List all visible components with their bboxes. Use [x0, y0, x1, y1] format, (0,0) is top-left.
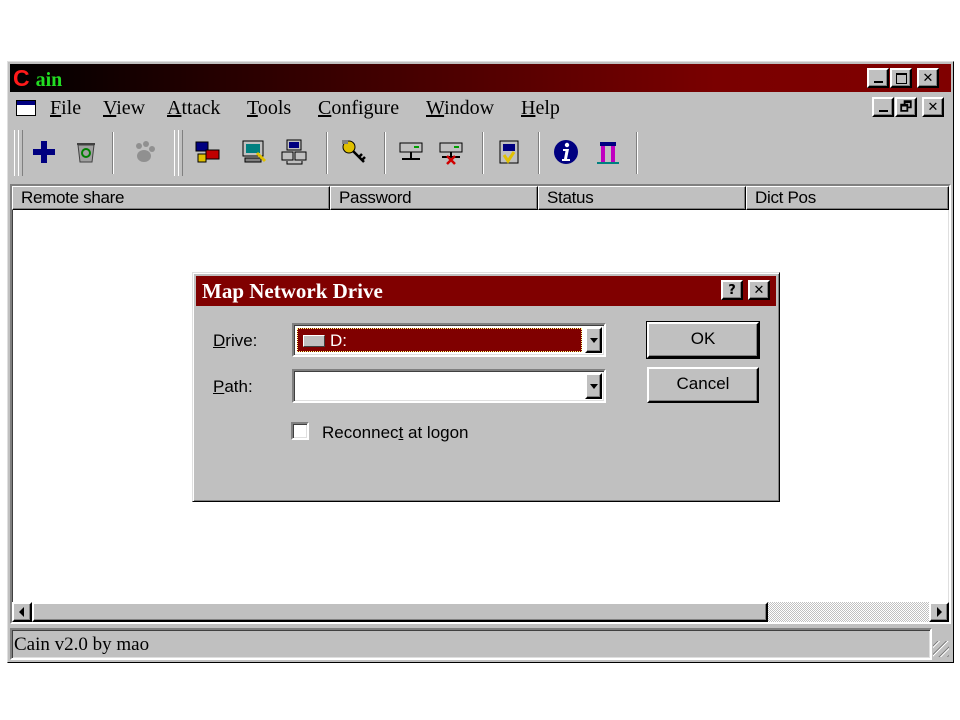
menu-bar: File View Attack Tools Configure Window …: [10, 94, 951, 122]
exit-button[interactable]: [590, 134, 626, 170]
menu-attack[interactable]: Attack: [167, 96, 220, 120]
toolbar-grip[interactable]: [18, 130, 23, 176]
mdi-restore-button[interactable]: 🗗: [895, 97, 917, 117]
disconnect-drive-icon: [439, 142, 463, 165]
close-button[interactable]: ✕: [917, 68, 939, 88]
dictionary-button[interactable]: [492, 134, 528, 170]
drive-value: D:: [330, 331, 347, 350]
dialog-title-bar[interactable]: Map Network Drive ? ✕: [196, 276, 776, 306]
reconnect-checkbox[interactable]: [291, 422, 309, 440]
reconnect-label[interactable]: Reconnect at logon: [322, 423, 469, 443]
title-bar[interactable]: Cain ✕: [10, 64, 951, 92]
dialog-close-button[interactable]: ✕: [748, 280, 770, 300]
ok-button[interactable]: OK: [646, 321, 760, 359]
exit-icon: [597, 142, 619, 164]
disconnect-drive-button[interactable]: [434, 134, 470, 170]
help-icon: ?: [728, 282, 736, 298]
mdi-window-icon[interactable]: [16, 100, 36, 116]
key-button[interactable]: [336, 134, 372, 170]
status-text: Cain v2.0 by mao: [10, 628, 932, 660]
list-header: Remote share Password Status Dict Pos: [12, 186, 949, 210]
computer-button[interactable]: [236, 134, 272, 170]
network-computers-button[interactable]: [276, 134, 312, 170]
add-button[interactable]: [26, 134, 62, 170]
menu-view[interactable]: View: [103, 96, 145, 120]
minimize-button[interactable]: [867, 68, 889, 88]
drive-label: Drive:: [213, 331, 258, 350]
cancel-button[interactable]: Cancel: [647, 367, 759, 403]
horizontal-scrollbar[interactable]: [12, 602, 949, 622]
info-icon: [554, 140, 578, 164]
toolbar-separator: [636, 132, 638, 174]
right-arrow-icon: [937, 607, 942, 617]
restore-icon: 🗗: [899, 99, 913, 115]
paw-icon: [136, 141, 155, 162]
network-scan-button[interactable]: [190, 134, 226, 170]
column-status[interactable]: Status: [538, 186, 746, 210]
left-arrow-icon: [19, 607, 24, 617]
resize-grip-icon[interactable]: [933, 641, 949, 657]
close-icon: ✕: [922, 70, 934, 86]
toolbar-separator: [112, 132, 114, 174]
scroll-right-button[interactable]: [929, 602, 949, 622]
minimize-icon: [878, 110, 888, 112]
toolbar-grip[interactable]: [178, 130, 183, 176]
drive-selection: D:: [297, 328, 582, 352]
dialog-title: Map Network Drive: [202, 279, 383, 303]
toolbar-separator: [326, 132, 328, 174]
key-icon: [342, 140, 366, 163]
app-title: Cain: [13, 65, 62, 93]
maximize-button[interactable]: [890, 68, 912, 88]
add-icon: [33, 141, 55, 163]
network-computers-icon: [281, 139, 307, 165]
drive-dropdown-button[interactable]: [585, 327, 602, 353]
toolbar-separator: [538, 132, 540, 174]
path-combo[interactable]: [292, 369, 606, 403]
column-password[interactable]: Password: [330, 186, 538, 210]
map-drive-icon: [399, 142, 423, 160]
column-dict-pos[interactable]: Dict Pos: [746, 186, 949, 210]
map-network-drive-dialog: Map Network Drive ? ✕ Drive: D: Path: OK…: [192, 272, 780, 502]
network-scan-icon: [195, 141, 220, 163]
recycle-icon: [77, 143, 95, 163]
maximize-icon: [895, 72, 907, 84]
toolbar: [10, 126, 951, 182]
mdi-close-button[interactable]: ✕: [922, 97, 944, 117]
mdi-minimize-button[interactable]: [872, 97, 894, 117]
toolbar-separator: [384, 132, 386, 174]
drive-select[interactable]: D:: [292, 323, 606, 357]
toolbar-separator: [482, 132, 484, 174]
menu-file[interactable]: File: [50, 96, 81, 120]
scroll-left-button[interactable]: [12, 602, 32, 622]
scrollbar-thumb[interactable]: [32, 602, 768, 622]
paw-button[interactable]: [126, 134, 162, 170]
menu-help[interactable]: Help: [521, 96, 560, 120]
close-icon: ✕: [927, 99, 939, 115]
computer-icon: [242, 140, 267, 163]
remove-button[interactable]: [68, 134, 104, 170]
info-button[interactable]: [548, 134, 584, 170]
app-title-rest: ain: [35, 69, 63, 91]
app-title-c: C: [13, 65, 30, 91]
menu-tools[interactable]: Tools: [247, 96, 291, 120]
path-label: Path:: [213, 377, 253, 396]
map-drive-button[interactable]: [394, 134, 430, 170]
status-bar: Cain v2.0 by mao: [10, 628, 951, 660]
column-remote-share[interactable]: Remote share: [12, 186, 330, 210]
path-dropdown-button[interactable]: [585, 373, 602, 399]
drive-icon: [303, 335, 325, 347]
menu-window[interactable]: Window: [426, 96, 494, 120]
menu-configure[interactable]: Configure: [318, 96, 399, 120]
close-icon: ✕: [753, 282, 765, 298]
help-button[interactable]: ?: [721, 280, 743, 300]
minimize-icon: [873, 81, 883, 83]
dictionary-icon: [499, 140, 519, 164]
